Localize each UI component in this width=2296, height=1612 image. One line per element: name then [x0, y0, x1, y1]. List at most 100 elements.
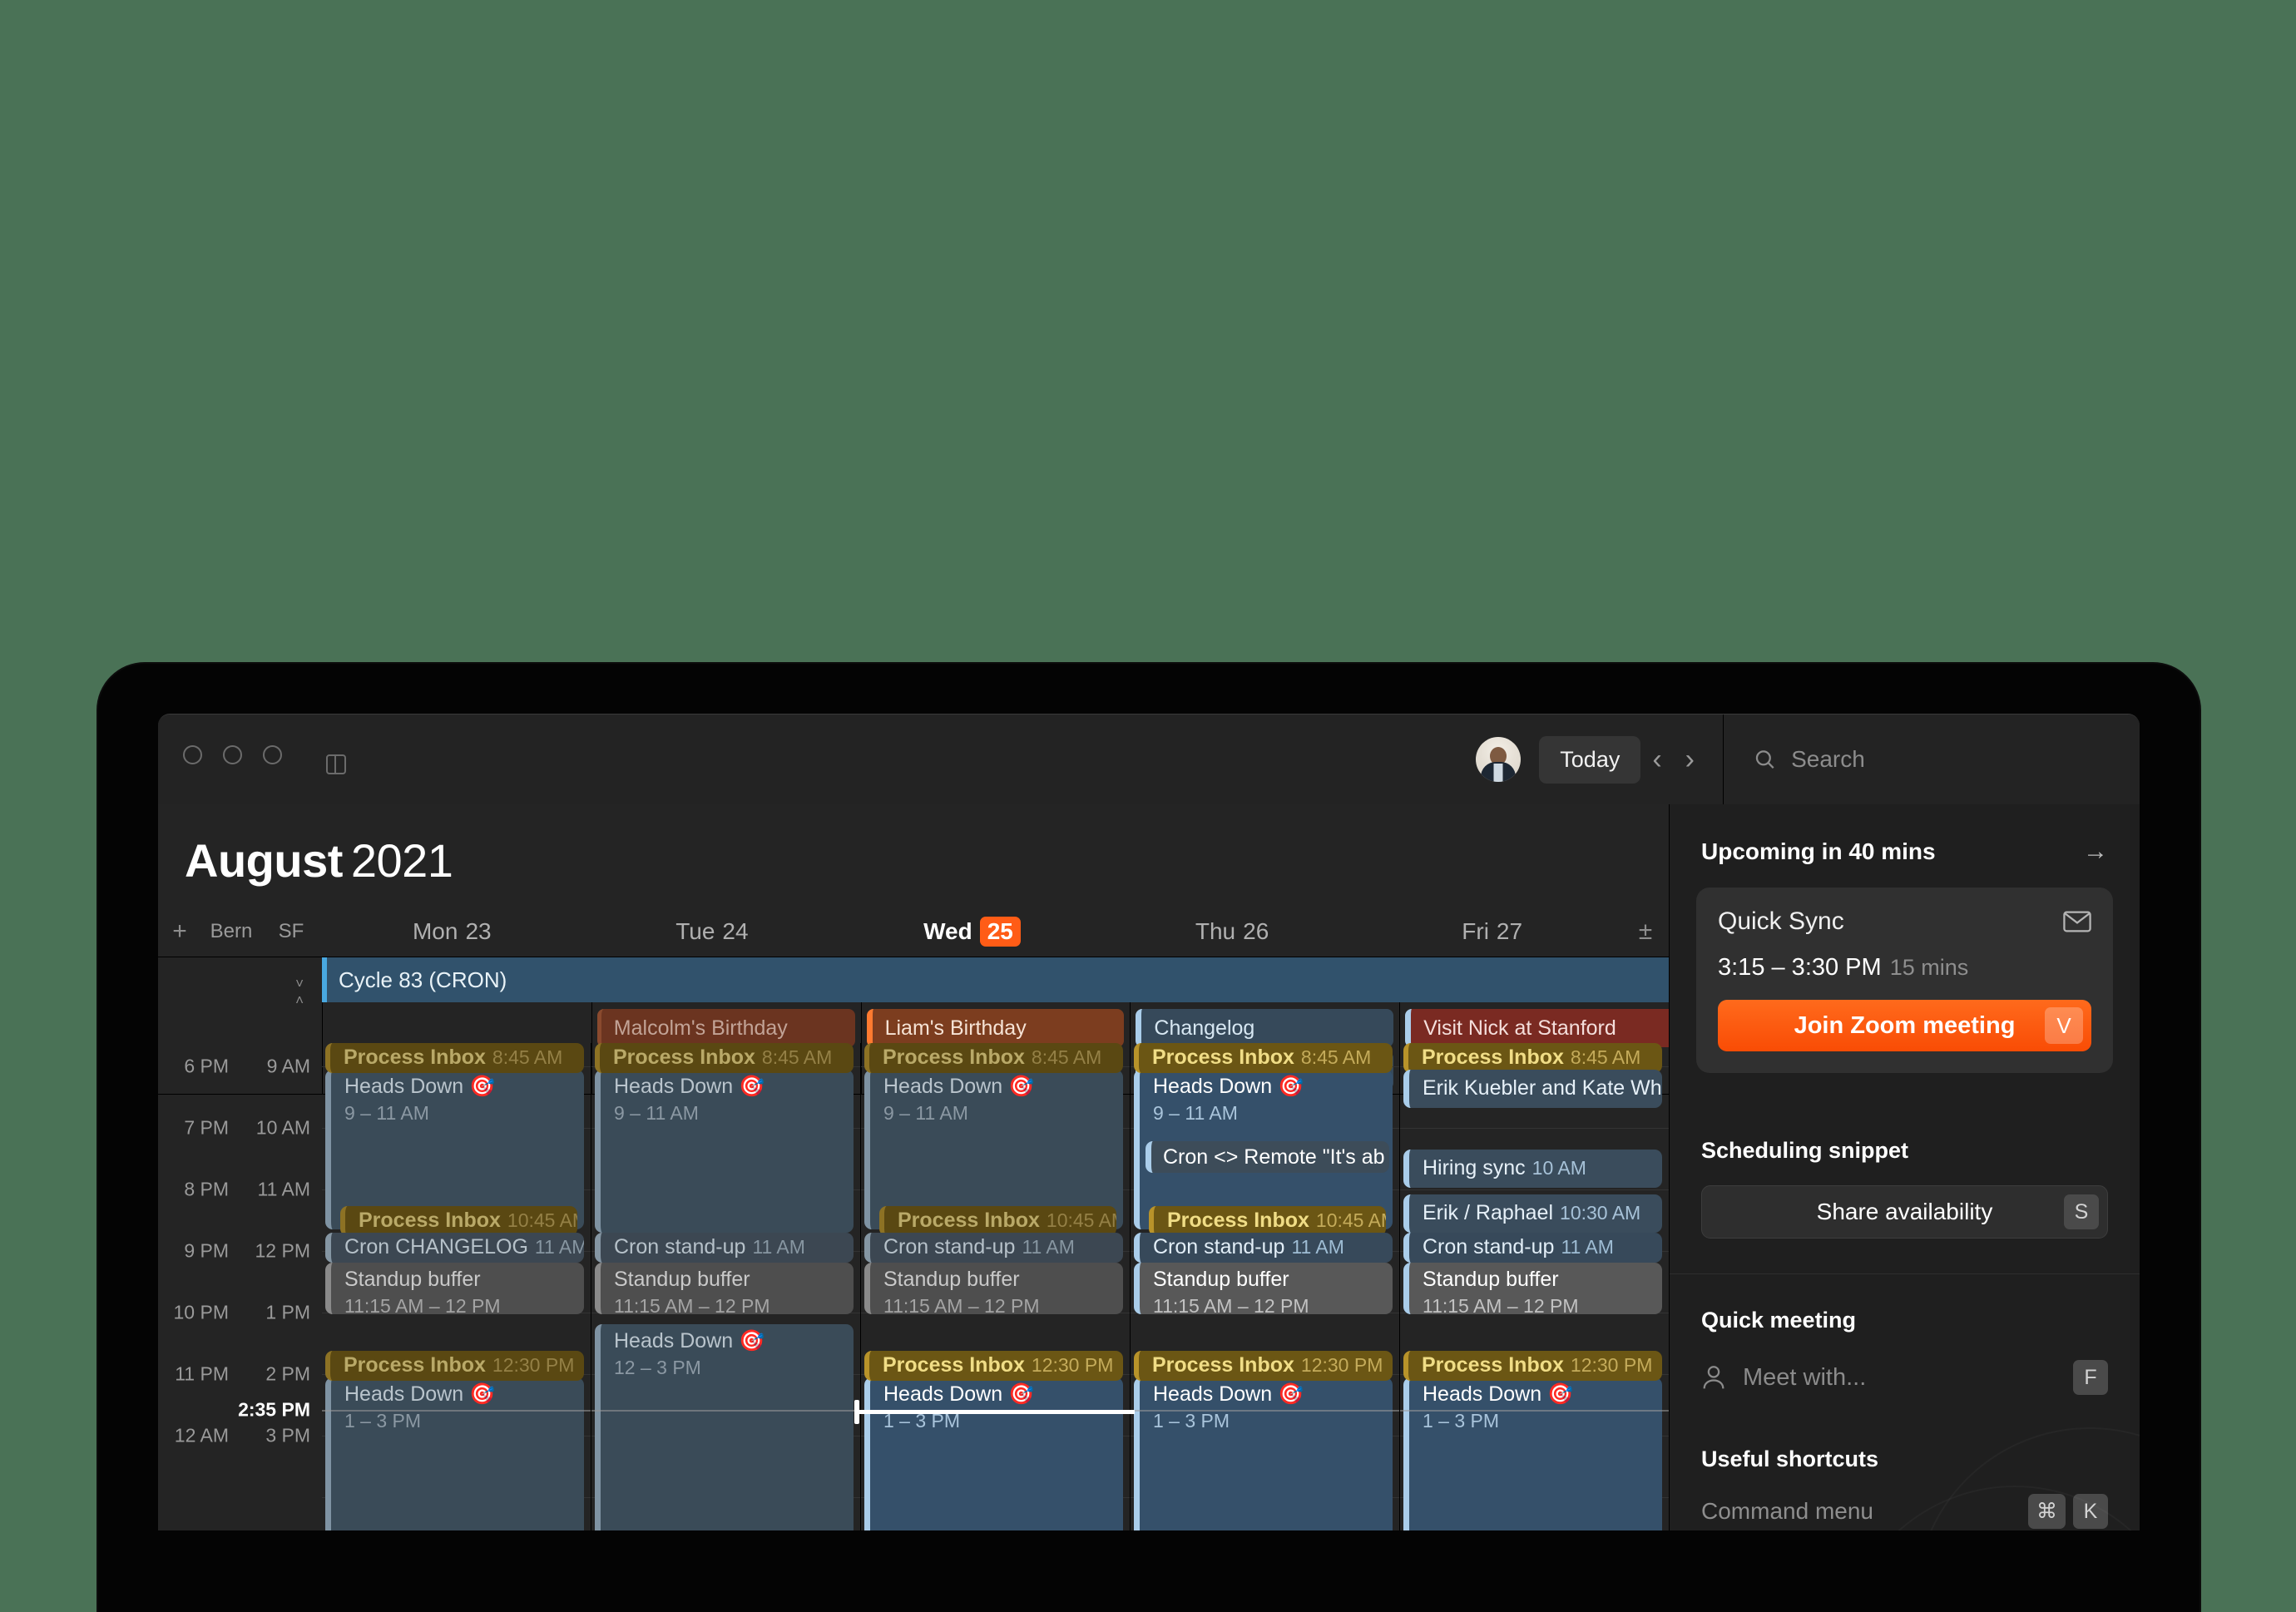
event-time: 1 – 3 PM: [883, 1410, 961, 1432]
all-day-event-chip[interactable]: Malcolm's Birthday: [596, 1009, 855, 1047]
minimize-button-icon[interactable]: [223, 744, 242, 764]
day-number-badge: 26: [1243, 917, 1269, 944]
day-header-fri[interactable]: Fri 27: [1362, 906, 1622, 957]
event-time: 11:15 AM – 12 PM: [344, 1295, 501, 1314]
calendar-event[interactable]: Standup buffer 11:15 AM – 12 PM: [864, 1263, 1123, 1314]
close-button-icon[interactable]: [183, 744, 202, 764]
all-day-event-chip[interactable]: Liam's Birthday: [866, 1009, 1125, 1047]
day-header-wed[interactable]: Wed 25: [842, 906, 1102, 957]
calendar-event[interactable]: Cron stand-up 11 AM: [1403, 1233, 1662, 1263]
time-grid[interactable]: 6 PM 9 AM 7 PM 10 AM 8 PM 11 AM 9 PM 12 PM 10 PM…: [158, 1043, 1669, 1530]
calendar-event[interactable]: Standup buffer 11:15 AM – 12 PM: [595, 1263, 854, 1314]
day-header-mon[interactable]: Mon 23: [322, 906, 582, 957]
all-day-event-chip[interactable]: Visit Nick at Stanford: [1405, 1009, 1669, 1047]
day-column-tue[interactable]: Process Inbox 8:45 AM Heads Down 🎯 9 – 11 A…: [591, 1043, 860, 1530]
event-time: 1 – 3 PM: [1153, 1410, 1230, 1432]
calendar-event[interactable]: Process Inbox 8:45 AM: [595, 1043, 854, 1073]
traffic-lights: [158, 715, 346, 774]
time-label-right: 9 AM: [266, 1055, 310, 1077]
prev-week-icon[interactable]: ‹: [1640, 745, 1673, 774]
shortcut-keys: ⌘ K: [2028, 1494, 2108, 1529]
sidebar-divider: [1670, 1273, 2140, 1274]
calendar-event[interactable]: Process Inbox 8:45 AM: [1403, 1043, 1662, 1073]
calendar-event[interactable]: Erik Kuebler and Kate Whi: [1403, 1070, 1662, 1108]
nested-calendar-event[interactable]: Cron <> Remote "It's ab: [1146, 1141, 1389, 1173]
day-header-thu[interactable]: Thu 26: [1102, 906, 1363, 957]
calendar-event[interactable]: Process Inbox 8:45 AM: [864, 1043, 1123, 1073]
calendar-event[interactable]: Heads Down 🎯 1 – 3 PM: [864, 1377, 1123, 1530]
calendar-event[interactable]: Process Inbox 12:30 PM: [1403, 1351, 1662, 1381]
calendar-event[interactable]: Standup buffer 11:15 AM – 12 PM: [1403, 1263, 1662, 1314]
calendar-event[interactable]: Cron CHANGELOG 11 AM: [325, 1233, 584, 1263]
calendar-event[interactable]: Process Inbox 10:45 AM: [340, 1206, 577, 1236]
day-column-thu[interactable]: Process Inbox 8:45 AM Heads Down 🎯 9 – 11 A…: [1130, 1043, 1399, 1530]
add-timezone-icon[interactable]: +: [158, 917, 201, 946]
event-time: 11:15 AM – 12 PM: [614, 1295, 770, 1314]
calendar-event[interactable]: Standup buffer 11:15 AM – 12 PM: [325, 1263, 584, 1314]
calendar-event[interactable]: Hiring sync 10 AM: [1403, 1150, 1662, 1188]
year-label: 2021: [350, 834, 453, 887]
shortcut-row[interactable]: Command menu ⌘ K: [1701, 1494, 2108, 1529]
calendar-event[interactable]: Process Inbox 8:45 AM: [325, 1043, 584, 1073]
upcoming-card-header: Quick Sync: [1718, 907, 2091, 936]
event-title: Heads Down 🎯: [883, 1382, 1035, 1406]
app-window: Today ‹ › August2021 + Bern SF: [158, 714, 2140, 1530]
sidebar-toggle-icon[interactable]: [326, 754, 346, 774]
time-label-left: 9 PM: [184, 1239, 229, 1262]
calendar-event[interactable]: Heads Down 🎯 9 – 11 AM: [595, 1070, 854, 1233]
useful-shortcuts-heading: Useful shortcuts: [1701, 1446, 1879, 1471]
join-zoom-meeting-button[interactable]: Join Zoom meeting V: [1718, 1000, 2091, 1051]
calendar-event[interactable]: Process Inbox 12:30 PM: [864, 1351, 1123, 1381]
day-of-week-label: Mon: [412, 917, 458, 944]
event-time: 11 AM: [752, 1236, 805, 1258]
calendar-event[interactable]: Process Inbox 8:45 AM: [1134, 1043, 1393, 1073]
calendar-event[interactable]: Standup buffer 11:15 AM – 12 PM: [1134, 1263, 1393, 1314]
calendar-event[interactable]: Heads Down 🎯 12 – 3 PM: [595, 1324, 854, 1530]
day-header-tue[interactable]: Tue 24: [582, 906, 843, 957]
zoom-button-icon[interactable]: [263, 744, 282, 764]
event-title: Process Inbox: [1152, 1353, 1294, 1377]
search-box[interactable]: [1724, 746, 2140, 773]
share-availability-button[interactable]: Share availability S: [1701, 1185, 2108, 1239]
calendar-event[interactable]: Heads Down 🎯 1 – 3 PM: [1403, 1377, 1662, 1530]
upcoming-event-time-row: 3:15 – 3:30 PM 15 mins: [1718, 954, 2091, 982]
collapse-all-day-icon[interactable]: ˅ ˄: [295, 976, 304, 1008]
today-button[interactable]: Today: [1539, 735, 1641, 784]
calendar-event[interactable]: Process Inbox 10:45 AM: [879, 1206, 1116, 1236]
day-column-fri[interactable]: Process Inbox 8:45 AM Erik Kuebler and Kat…: [1399, 1043, 1669, 1530]
upcoming-event-card[interactable]: Quick Sync 3:15 – 3:30 PM 15 mins Join Zo…: [1696, 888, 2113, 1073]
calendar-event[interactable]: Process Inbox 10:45 AM: [1149, 1206, 1386, 1236]
calendar-event[interactable]: Cron stand-up 11 AM: [864, 1233, 1123, 1263]
time-label-right: 11 AM: [257, 1178, 311, 1200]
event-time: 11 AM: [534, 1236, 584, 1258]
calendar-event[interactable]: Heads Down 🎯 1 – 3 PM: [325, 1377, 584, 1530]
day-header-row: + Bern SF Mon 23 Tue 24 Wed 25 Thu 26 Fri 27 ±: [158, 906, 1669, 957]
day-column-wed[interactable]: Process Inbox 8:45 AM Heads Down 🎯 9 – 11 A…: [854, 1043, 1135, 1530]
time-label-left: 6 PM: [184, 1055, 229, 1077]
calendar-event[interactable]: Cron stand-up 11 AM: [1134, 1233, 1393, 1263]
calendar-event[interactable]: Heads Down 🎯 1 – 3 PM: [1134, 1377, 1393, 1530]
upcoming-arrow-icon[interactable]: →: [2083, 838, 2108, 866]
envelope-icon[interactable]: [2063, 910, 2091, 933]
meet-with-input[interactable]: [1743, 1363, 2056, 1392]
meet-with-row[interactable]: F: [1701, 1360, 2108, 1395]
calendar-event[interactable]: Process Inbox 12:30 PM: [325, 1351, 584, 1381]
all-day-event-chip[interactable]: Changelog: [1136, 1009, 1394, 1047]
expand-rows-icon[interactable]: ±: [1622, 917, 1669, 946]
search-input[interactable]: [1791, 746, 2140, 773]
time-label-right: 10 AM: [255, 1116, 310, 1139]
time-label-right: 12 PM: [255, 1239, 310, 1262]
page-title: August 2021: [158, 804, 1669, 888]
calendar-event[interactable]: Erik / Raphael 10:30 AM: [1403, 1194, 1662, 1233]
all-day-cycle-banner[interactable]: Cycle 83 (CRON): [322, 957, 1669, 1002]
event-time: 1 – 3 PM: [344, 1410, 422, 1432]
next-week-icon[interactable]: ›: [1674, 745, 1706, 774]
event-title: Process Inbox: [1422, 1046, 1564, 1069]
time-label-right: 2 PM: [265, 1362, 310, 1385]
calendar-event[interactable]: Process Inbox 12:30 PM: [1134, 1351, 1393, 1381]
join-button-shortcut: V: [2045, 1007, 2083, 1044]
day-column-mon[interactable]: Process Inbox 8:45 AM Heads Down 🎯 9 – 11 A…: [322, 1043, 591, 1530]
calendar-event[interactable]: Cron stand-up 11 AM: [595, 1233, 854, 1263]
time-label-left: 10 PM: [173, 1301, 229, 1323]
avatar[interactable]: [1476, 737, 1522, 782]
